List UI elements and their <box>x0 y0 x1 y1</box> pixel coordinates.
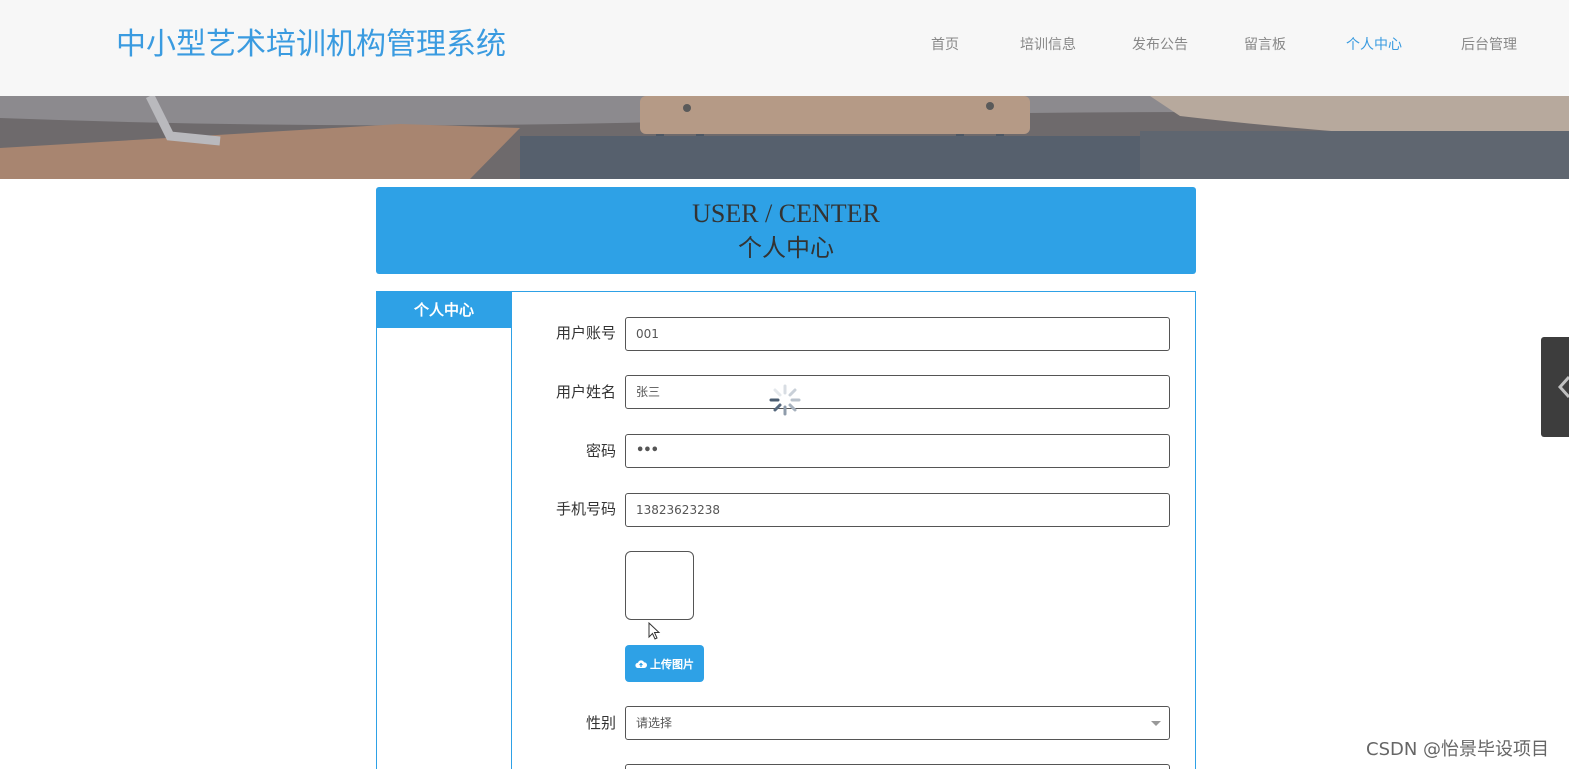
avatar-upload-box[interactable] <box>625 551 694 620</box>
nav-item-message-board[interactable]: 留言板 <box>1244 36 1286 54</box>
sidebar-item-user-center[interactable]: 个人中心 <box>377 292 511 328</box>
password-label: 密码 <box>585 442 616 460</box>
phone-label: 手机号码 <box>555 500 616 518</box>
chevron-left-icon <box>1557 375 1569 399</box>
site-header: 中小型艺术培训机构管理系统 首页 培训信息 发布公告 留言板 个人中心 后台管理 <box>0 0 1569 96</box>
page-heading-en: USER / CENTER <box>692 199 880 228</box>
user-center-panel: 个人中心 <box>376 291 1196 769</box>
nav-item-announcements[interactable]: 发布公告 <box>1132 36 1188 54</box>
nav-item-home[interactable]: 首页 <box>931 36 959 54</box>
side-panel-toggle[interactable] <box>1541 337 1569 437</box>
phone-input[interactable]: 13823623238 <box>625 493 1170 527</box>
nav-item-admin[interactable]: 后台管理 <box>1461 36 1517 54</box>
watermark-text: CSDN @怡景毕设项目 <box>1366 739 1550 760</box>
name-input[interactable]: 张三 <box>625 375 1170 409</box>
upload-image-button[interactable]: 上传图片 <box>625 645 704 682</box>
page-heading-box: USER / CENTER 个人中心 <box>376 187 1196 274</box>
name-label: 用户姓名 <box>555 383 616 401</box>
account-label: 用户账号 <box>555 324 616 342</box>
loading-spinner-icon <box>769 384 801 416</box>
gender-label: 性别 <box>585 714 616 732</box>
cloud-upload-icon <box>635 659 647 668</box>
nav-item-user-center[interactable]: 个人中心 <box>1346 36 1402 54</box>
nav-item-training-info[interactable]: 培训信息 <box>1020 36 1076 54</box>
gender-select[interactable]: 请选择 <box>625 706 1170 740</box>
password-input[interactable]: ••• <box>625 434 1170 468</box>
mouse-pointer-icon <box>648 622 661 640</box>
banner-classroom-graphic <box>0 96 1569 179</box>
upload-image-label: 上传图片 <box>650 657 694 671</box>
gender-select-placeholder: 请选择 <box>636 716 673 730</box>
sidebar: 个人中心 <box>377 292 512 769</box>
banner-image <box>0 96 1569 179</box>
account-input[interactable]: 001 <box>625 317 1170 351</box>
site-title[interactable]: 中小型艺术培训机构管理系统 <box>116 26 506 64</box>
next-field-input[interactable] <box>625 764 1170 769</box>
page-heading-cn: 个人中心 <box>738 234 834 262</box>
chevron-down-icon <box>1151 721 1161 726</box>
